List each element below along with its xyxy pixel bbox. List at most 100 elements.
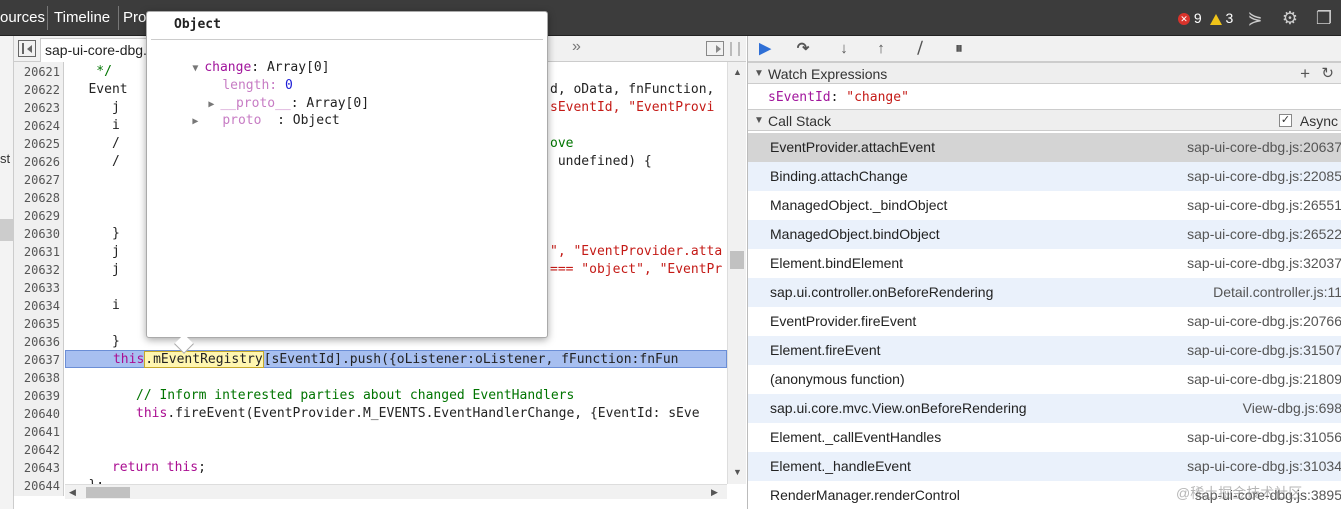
call-frame[interactable]: sap.ui.core.mvc.View.onBeforeRendering Vi… xyxy=(748,394,1341,423)
refresh-icon[interactable]: ↻ xyxy=(1321,63,1334,85)
dock-icon[interactable]: ❐ xyxy=(1313,8,1335,28)
error-warning-counter[interactable]: ✕ 9 3 xyxy=(1178,0,1233,36)
code-line[interactable] xyxy=(65,369,727,387)
code-line[interactable]: }; xyxy=(65,477,727,484)
step-over-icon[interactable]: ↷ xyxy=(792,39,814,59)
code-line[interactable] xyxy=(65,441,727,459)
async-checkbox[interactable]: ✓ xyxy=(1279,114,1292,127)
scroll-down-icon[interactable]: ▼ xyxy=(733,468,742,477)
call-stack-header[interactable]: ▼ Call Stack ✓ Async xyxy=(748,109,1341,131)
line-number[interactable]: 20624 xyxy=(14,117,62,135)
call-frame[interactable]: EventProvider.fireEvent sap-ui-core-dbg.j… xyxy=(748,307,1341,336)
line-number[interactable]: 20638 xyxy=(14,369,62,387)
line-number[interactable]: 20632 xyxy=(14,261,62,279)
line-number[interactable]: 20628 xyxy=(14,189,62,207)
code-line-return[interactable]: return this; xyxy=(65,459,727,477)
step-into-icon[interactable]: ↓ xyxy=(833,39,855,59)
property-row[interactable]: ▶ __proto__: Array[0] xyxy=(177,77,369,111)
call-frame[interactable]: EventProvider.attachEvent sap-ui-core-dbg… xyxy=(748,133,1341,162)
current-execution-line[interactable]: this.mEventRegistry[sEventId].push({oLis… xyxy=(65,350,727,368)
line-number[interactable]: 20629 xyxy=(14,207,62,225)
tab-profiles[interactable]: Pro xyxy=(123,0,146,36)
line-number[interactable]: 20625 xyxy=(14,135,62,153)
code-fragment[interactable]: ", "EventProvider.atta xyxy=(550,243,727,261)
call-frame[interactable]: (anonymous function) sap-ui-core-dbg.js:2… xyxy=(748,365,1341,394)
code-fragment[interactable]: sEventId, "EventProvi xyxy=(550,99,727,117)
call-frame[interactable]: sap.ui.controller.onBeforeRendering Detai… xyxy=(748,278,1341,307)
toggle-debugger-icon[interactable] xyxy=(706,41,724,56)
call-frame-location[interactable]: sap-ui-core-dbg.js:26551 xyxy=(1187,191,1341,220)
toggle-navigator-icon[interactable] xyxy=(18,40,36,57)
scroll-up-icon[interactable]: ▲ xyxy=(733,68,742,77)
pane-resize-grip-icon[interactable] xyxy=(730,42,740,56)
tab-timeline[interactable]: Timeline xyxy=(54,0,110,36)
call-frame-location[interactable]: View-dbg.js:698 xyxy=(1243,394,1341,423)
line-number[interactable]: 20631 xyxy=(14,243,62,261)
line-number[interactable]: 20641 xyxy=(14,423,62,441)
resume-icon[interactable]: ▶ xyxy=(754,39,776,59)
tab-sources[interactable]: ources xyxy=(0,0,45,36)
line-number[interactable]: 20644 xyxy=(14,477,62,495)
call-frame-location[interactable]: sap-ui-core-dbg.js:31056 xyxy=(1187,423,1341,452)
line-number[interactable]: 20634 xyxy=(14,297,62,315)
hovered-token[interactable]: .mEventRegistry xyxy=(144,351,264,368)
line-number[interactable]: 20645 xyxy=(14,495,62,496)
call-frame[interactable]: Element._handleEvent sap-ui-core-dbg.js:3… xyxy=(748,452,1341,481)
code-fragment[interactable]: undefined) { xyxy=(550,153,727,171)
line-number-gutter[interactable]: 20621 20622 20623 20624 20625 20626 20627 20628… xyxy=(14,62,64,496)
editor-file-tab[interactable]: sap-ui-core-dbg.js xyxy=(40,38,158,62)
call-frame-location[interactable]: sap-ui-core-dbg.js:20637 xyxy=(1187,133,1341,162)
watch-expressions-header[interactable]: ▼ Watch Expressions + ↻ xyxy=(748,62,1341,84)
call-frame-location[interactable]: sap-ui-core-dbg.js:31507 xyxy=(1187,336,1341,365)
editor-horizontal-scrollbar[interactable]: ◀ ▶ xyxy=(65,484,727,499)
line-number[interactable]: 20621 xyxy=(14,63,62,81)
more-tabs-icon[interactable]: » xyxy=(572,38,581,56)
call-frame-location[interactable]: sap-ui-core-dbg.js:20766 xyxy=(1187,307,1341,336)
vertical-scroll-thumb[interactable] xyxy=(730,251,744,269)
call-frame-location[interactable]: sap-ui-core-dbg.js:21809 xyxy=(1187,365,1341,394)
line-number[interactable]: 20627 xyxy=(14,171,62,189)
code-fragment[interactable]: d, oData, fnFunction, xyxy=(550,81,727,99)
call-frame[interactable]: Element.fireEvent sap-ui-core-dbg.js:3150… xyxy=(748,336,1341,365)
line-number[interactable]: 20642 xyxy=(14,441,62,459)
line-number[interactable]: 20640 xyxy=(14,405,62,423)
line-number[interactable]: 20637 xyxy=(14,351,62,369)
line-number[interactable]: 20626 xyxy=(14,153,62,171)
gear-icon[interactable]: ⚙ xyxy=(1279,8,1301,28)
code-line[interactable]: this.fireEvent(EventProvider.M_EVENTS.Ev… xyxy=(136,405,727,423)
call-frame-location[interactable]: sap-ui-core-dbg.js:26522 xyxy=(1187,220,1341,249)
call-frame-location[interactable]: Detail.controller.js:11 xyxy=(1213,278,1341,307)
line-number[interactable]: 20643 xyxy=(14,459,62,477)
property-row[interactable]: ▶ proto : Object xyxy=(161,94,339,128)
code-line[interactable] xyxy=(65,423,727,441)
scroll-left-icon[interactable]: ◀ xyxy=(69,488,76,497)
horizontal-scroll-thumb[interactable] xyxy=(86,487,130,498)
call-frame[interactable]: ManagedObject.bindObject sap-ui-core-dbg.… xyxy=(748,220,1341,249)
call-frame[interactable]: Element.bindElement sap-ui-core-dbg.js:32… xyxy=(748,249,1341,278)
add-watch-icon[interactable]: + xyxy=(1300,63,1310,85)
line-number[interactable]: 20623 xyxy=(14,99,62,117)
line-number[interactable]: 20635 xyxy=(14,315,62,333)
line-number[interactable]: 20622 xyxy=(14,81,62,99)
code-fragment[interactable]: ove xyxy=(550,135,727,153)
line-number[interactable]: 20633 xyxy=(14,279,62,297)
call-frame[interactable]: Binding.attachChange sap-ui-core-dbg.js:2… xyxy=(748,162,1341,191)
watch-expression-row[interactable]: sEventId: "change" xyxy=(768,88,909,108)
line-number[interactable]: 20639 xyxy=(14,387,62,405)
code-comment[interactable]: // Inform interested parties about chang… xyxy=(136,387,727,405)
call-frame[interactable]: ManagedObject._bindObject sap-ui-core-dbg… xyxy=(748,191,1341,220)
call-frame-location[interactable]: sap-ui-core-dbg.js:31034 xyxy=(1187,452,1341,481)
collapsed-triangle-icon[interactable]: ▶ xyxy=(192,113,204,131)
step-out-icon[interactable]: ↑ xyxy=(870,39,892,59)
call-frame-location[interactable]: sap-ui-core-dbg.js:32037 xyxy=(1187,249,1341,278)
scroll-right-icon[interactable]: ▶ xyxy=(711,488,718,497)
pause-on-exceptions-icon[interactable]: ⏸ xyxy=(948,39,970,59)
property-row[interactable]: ▼ change: Array[0] xyxy=(161,41,329,75)
console-drawer-icon[interactable]: ⋟ xyxy=(1244,8,1266,28)
line-number[interactable]: 20630 xyxy=(14,225,62,243)
code-fragment[interactable]: === "object", "EventPr xyxy=(550,261,727,279)
line-number[interactable]: 20636 xyxy=(14,333,62,351)
call-frame[interactable]: Element._callEventHandles sap-ui-core-dbg… xyxy=(748,423,1341,452)
call-frame-location[interactable]: sap-ui-core-dbg.js:22085 xyxy=(1187,162,1341,191)
editor-vertical-scrollbar[interactable]: ▲ ▼ xyxy=(727,62,746,484)
